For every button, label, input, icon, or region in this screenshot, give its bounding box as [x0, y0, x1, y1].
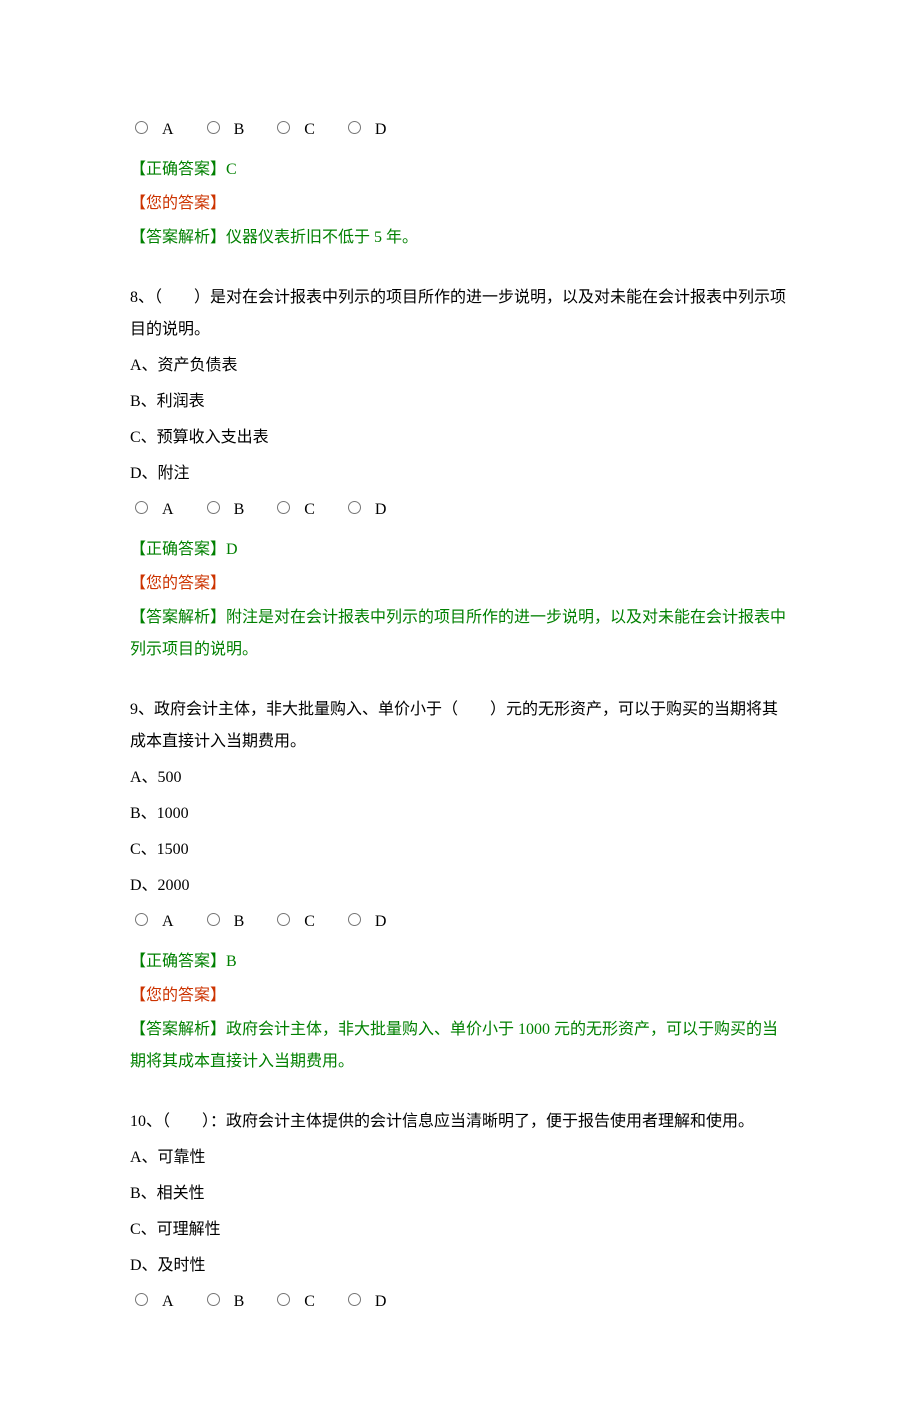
- explanation: 【答案解析】仪器仪表折旧不低于 5 年。: [130, 222, 790, 254]
- radio-label: A: [162, 494, 174, 526]
- correct-answer: 【正确答案】B: [130, 946, 790, 978]
- radio-label: D: [375, 906, 387, 938]
- your-answer: 【您的答案】: [130, 188, 790, 220]
- radio-label: C: [304, 1286, 315, 1318]
- explanation: 【答案解析】政府会计主体，非大批量购入、单价小于 1000 元的无形资产，可以于…: [130, 1014, 790, 1078]
- radio-input[interactable]: [348, 913, 361, 926]
- radio-option-a[interactable]: A: [130, 906, 174, 938]
- option-c: C、可理解性: [130, 1214, 790, 1246]
- radio-option-d[interactable]: D: [343, 114, 387, 146]
- explanation: 【答案解析】附注是对在会计报表中列示的项目所作的进一步说明，以及对未能在会计报表…: [130, 602, 790, 666]
- radio-option-a[interactable]: A: [130, 114, 174, 146]
- radio-input[interactable]: [207, 501, 220, 514]
- option-a: A、资产负债表: [130, 350, 790, 382]
- radio-input[interactable]: [135, 121, 148, 134]
- radio-row: A B C D: [130, 1286, 790, 1318]
- radio-input[interactable]: [277, 1293, 290, 1306]
- option-d: D、附注: [130, 458, 790, 490]
- radio-input[interactable]: [207, 1293, 220, 1306]
- radio-label: C: [304, 494, 315, 526]
- radio-option-a[interactable]: A: [130, 1286, 174, 1318]
- option-c: C、1500: [130, 834, 790, 866]
- correct-answer: 【正确答案】C: [130, 154, 790, 186]
- option-c: C、预算收入支出表: [130, 422, 790, 454]
- radio-input[interactable]: [277, 121, 290, 134]
- radio-label: A: [162, 114, 174, 146]
- radio-label: A: [162, 1286, 174, 1318]
- radio-input[interactable]: [277, 913, 290, 926]
- question-stem: 9、政府会计主体，非大批量购入、单价小于（ ）元的无形资产，可以于购买的当期将其…: [130, 694, 790, 758]
- radio-option-b[interactable]: B: [202, 114, 245, 146]
- radio-option-b[interactable]: B: [202, 494, 245, 526]
- option-a: A、可靠性: [130, 1142, 790, 1174]
- option-a: A、500: [130, 762, 790, 794]
- option-b: B、利润表: [130, 386, 790, 418]
- radio-option-b[interactable]: B: [202, 1286, 245, 1318]
- question-block: 9、政府会计主体，非大批量购入、单价小于（ ）元的无形资产，可以于购买的当期将其…: [130, 694, 790, 1078]
- radio-input[interactable]: [207, 913, 220, 926]
- radio-input[interactable]: [135, 913, 148, 926]
- your-answer: 【您的答案】: [130, 980, 790, 1012]
- radio-option-d[interactable]: D: [343, 906, 387, 938]
- option-d: D、及时性: [130, 1250, 790, 1282]
- radio-row: A B C D: [130, 114, 790, 146]
- radio-row: A B C D: [130, 906, 790, 938]
- radio-label: C: [304, 114, 315, 146]
- option-b: B、相关性: [130, 1178, 790, 1210]
- radio-label: B: [234, 494, 245, 526]
- question-block: 8、（ ）是对在会计报表中列示的项目所作的进一步说明，以及对未能在会计报表中列示…: [130, 282, 790, 666]
- radio-label: B: [234, 906, 245, 938]
- radio-input[interactable]: [135, 1293, 148, 1306]
- radio-row: A B C D: [130, 494, 790, 526]
- radio-label: D: [375, 114, 387, 146]
- radio-option-c[interactable]: C: [272, 494, 315, 526]
- radio-label: B: [234, 114, 245, 146]
- radio-option-d[interactable]: D: [343, 1286, 387, 1318]
- radio-label: D: [375, 494, 387, 526]
- radio-option-c[interactable]: C: [272, 114, 315, 146]
- radio-label: B: [234, 1286, 245, 1318]
- your-answer: 【您的答案】: [130, 568, 790, 600]
- radio-input[interactable]: [277, 501, 290, 514]
- radio-input[interactable]: [348, 501, 361, 514]
- radio-option-d[interactable]: D: [343, 494, 387, 526]
- radio-label: C: [304, 906, 315, 938]
- radio-label: D: [375, 1286, 387, 1318]
- radio-label: A: [162, 906, 174, 938]
- correct-answer: 【正确答案】D: [130, 534, 790, 566]
- option-b: B、1000: [130, 798, 790, 830]
- radio-input[interactable]: [348, 121, 361, 134]
- radio-option-c[interactable]: C: [272, 906, 315, 938]
- option-d: D、2000: [130, 870, 790, 902]
- radio-option-c[interactable]: C: [272, 1286, 315, 1318]
- radio-input[interactable]: [135, 501, 148, 514]
- radio-option-b[interactable]: B: [202, 906, 245, 938]
- radio-input[interactable]: [207, 121, 220, 134]
- question-block: A B C D 【正确答案】C 【您的答案】 【答案解析】仪器仪表折旧不低于 5…: [130, 114, 790, 254]
- radio-input[interactable]: [348, 1293, 361, 1306]
- question-stem: 8、（ ）是对在会计报表中列示的项目所作的进一步说明，以及对未能在会计报表中列示…: [130, 282, 790, 346]
- radio-option-a[interactable]: A: [130, 494, 174, 526]
- question-block: 10、（ ）：政府会计主体提供的会计信息应当清晰明了，便于报告使用者理解和使用。…: [130, 1106, 790, 1318]
- question-stem: 10、（ ）：政府会计主体提供的会计信息应当清晰明了，便于报告使用者理解和使用。: [130, 1106, 790, 1138]
